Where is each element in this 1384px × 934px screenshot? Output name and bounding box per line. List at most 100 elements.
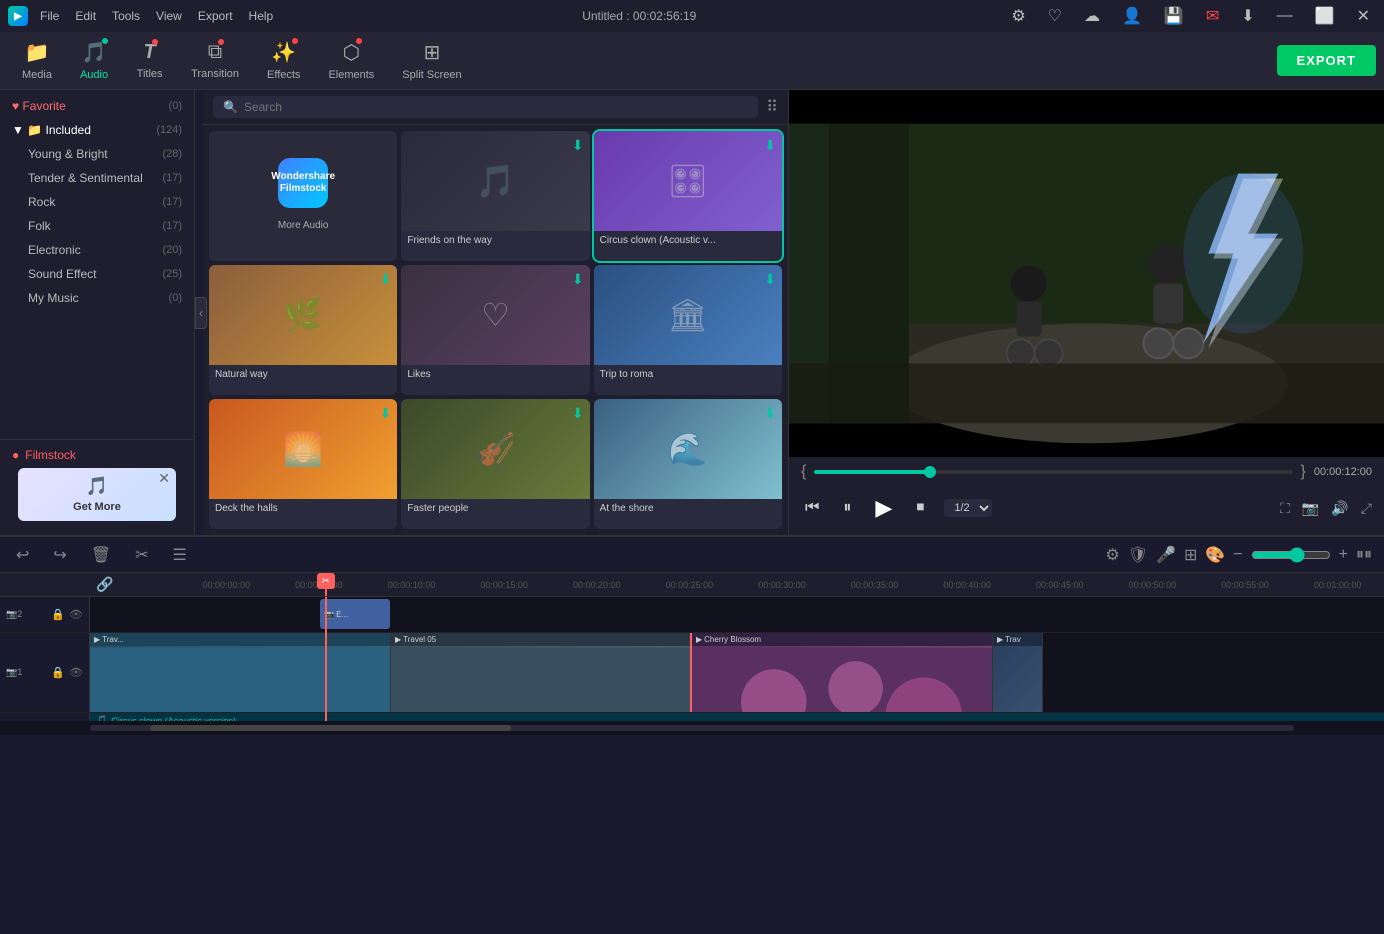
audio-card-more[interactable]: WondershareFilmstock More Audio xyxy=(209,131,397,261)
tool-audio[interactable]: 🎵 Audio xyxy=(66,36,122,85)
audio-card-shore[interactable]: 🌊 ⬇ At the shore xyxy=(594,399,782,529)
panel-electronic[interactable]: Electronic (20) xyxy=(0,238,194,262)
audio-card-friends[interactable]: 🎵 ⬇ Friends on the way xyxy=(401,131,589,261)
eye-v1-icon[interactable]: 👁 xyxy=(69,666,83,679)
menu-edit[interactable]: Edit xyxy=(75,9,96,23)
ruler-55: 00:00:55:00 xyxy=(1199,580,1292,590)
bracket-left: { xyxy=(801,463,806,481)
heart-icon[interactable]: ♡ xyxy=(1042,4,1068,28)
audio-card-likes[interactable]: ♡ ⬇ Likes xyxy=(401,265,589,395)
settings-icon[interactable]: ⚙ xyxy=(1005,4,1031,28)
search-input[interactable] xyxy=(244,100,748,114)
panel-included[interactable]: ▼ 📁 Included (124) xyxy=(0,118,194,142)
audio-card-circus[interactable]: 🎛 ⬇ Circus clown (Acoustic v... xyxy=(594,131,782,261)
clip-travel3[interactable]: ▶Trav xyxy=(993,633,1043,712)
track-v2-content: 📷 E... xyxy=(90,597,1384,632)
redo-button[interactable]: ↪ xyxy=(49,543,70,567)
volume-icon[interactable]: 🔊 xyxy=(1331,500,1348,517)
download-circus-icon[interactable]: ⬇ xyxy=(764,137,776,154)
panel-sound-effect[interactable]: Sound Effect (25) xyxy=(0,262,194,286)
banner-close-icon[interactable]: ✕ xyxy=(158,470,170,487)
close-button[interactable]: ✕ xyxy=(1351,4,1376,28)
pause-all-icon[interactable]: ⏸⏸ xyxy=(1356,546,1372,564)
lock-v2-icon[interactable]: 🔒 xyxy=(51,608,65,621)
download-deck-icon[interactable]: ⬇ xyxy=(380,405,392,422)
panel-folk[interactable]: Folk (17) xyxy=(0,214,194,238)
minus-icon[interactable]: − xyxy=(1233,546,1242,564)
minimize-button[interactable]: — xyxy=(1271,5,1299,27)
page-select[interactable]: 1/2 xyxy=(944,499,992,517)
zoom-slider[interactable] xyxy=(1251,547,1331,563)
more-audio-label: More Audio xyxy=(272,216,335,235)
plus-icon[interactable]: + xyxy=(1339,546,1348,564)
tool-split-screen[interactable]: ⊞ Split Screen xyxy=(388,36,475,85)
mail-icon[interactable]: ✉ xyxy=(1200,4,1225,28)
filmstock-label[interactable]: ● Filmstock xyxy=(12,448,182,462)
snap-icon[interactable]: ⚙ xyxy=(1105,545,1119,565)
faster-thumb: 🎻 ⬇ xyxy=(401,399,589,499)
audio-card-deck[interactable]: 🌅 ⬇ Deck the halls xyxy=(209,399,397,529)
download-faster-icon[interactable]: ⬇ xyxy=(572,405,584,422)
grid-options-icon[interactable]: ⠿ xyxy=(766,97,778,117)
play-button[interactable]: ▶ xyxy=(871,491,896,525)
audio-card-faster[interactable]: 🎻 ⬇ Faster people xyxy=(401,399,589,529)
layers-icon[interactable]: ⊞ xyxy=(1184,545,1197,565)
menu-tools[interactable]: Tools xyxy=(112,9,140,23)
search-box[interactable]: 🔍 xyxy=(213,96,758,118)
skip-back-button[interactable]: ⏮ xyxy=(801,495,823,521)
clip-cherry[interactable]: ▶Cherry Blossom xyxy=(692,633,993,712)
panel-favorite[interactable]: ♥ Favorite (0) xyxy=(0,94,194,118)
menu-view[interactable]: View xyxy=(156,9,182,23)
frame-back-button[interactable]: ⏸ xyxy=(839,495,855,521)
playhead-head: ✂ xyxy=(317,573,335,589)
export-button[interactable]: EXPORT xyxy=(1277,45,1376,76)
cut-button[interactable]: ✂ xyxy=(131,543,152,567)
snapshot-icon[interactable]: 📷 xyxy=(1302,500,1319,517)
undo-button[interactable]: ↩ xyxy=(12,543,33,567)
preview-frame xyxy=(789,90,1384,457)
delete-button[interactable]: 🗑 xyxy=(87,543,115,567)
download-icon[interactable]: ⬇ xyxy=(1235,4,1260,28)
audio-track[interactable]: 🎵 Circus clown (Acoustic version) xyxy=(90,713,1384,721)
color-icon[interactable]: 🎨 xyxy=(1205,545,1225,565)
progress-track[interactable] xyxy=(814,470,1292,474)
lock-v1-icon[interactable]: 🔒 xyxy=(51,666,65,679)
shield-icon[interactable]: 🛡 xyxy=(1128,545,1148,565)
menu-export[interactable]: Export xyxy=(198,9,233,23)
v2-clip[interactable]: 📷 E... xyxy=(320,599,390,629)
expand-icon[interactable]: ⤢ xyxy=(1361,500,1372,517)
save-icon[interactable]: 💾 xyxy=(1158,4,1190,28)
cloud-icon[interactable]: ☁ xyxy=(1078,4,1106,28)
audio-card-natural[interactable]: 🌿 ⬇ Natural way xyxy=(209,265,397,395)
menu-help[interactable]: Help xyxy=(249,9,274,23)
download-shore-icon[interactable]: ⬇ xyxy=(764,405,776,422)
panel-tender[interactable]: Tender & Sentimental (17) xyxy=(0,166,194,190)
link-track-icon[interactable]: 🔗 xyxy=(96,576,113,593)
adjust-button[interactable]: ☰ xyxy=(169,543,191,567)
get-more-banner[interactable]: ✕ 🎵 Get More xyxy=(18,468,176,521)
tool-elements[interactable]: ⬡ Elements xyxy=(314,36,388,85)
collapse-panel-button[interactable]: ‹ xyxy=(195,297,207,329)
menu-file[interactable]: File xyxy=(40,9,59,23)
tool-titles[interactable]: T Titles xyxy=(122,37,177,84)
clip-travel2[interactable]: ▶Travel 05 xyxy=(391,633,692,712)
download-likes-icon[interactable]: ⬇ xyxy=(572,271,584,288)
mic-icon[interactable]: 🎤 xyxy=(1156,545,1176,565)
titlebar: ▶ File Edit Tools View Export Help Untit… xyxy=(0,0,1384,32)
eye-v2-icon[interactable]: 👁 xyxy=(69,608,83,621)
panel-young-bright[interactable]: Young & Bright (28) xyxy=(0,142,194,166)
tool-transition[interactable]: ⧉ Transition xyxy=(177,37,253,84)
download-natural-icon[interactable]: ⬇ xyxy=(380,271,392,288)
user-icon[interactable]: 👤 xyxy=(1116,4,1148,28)
panel-my-music[interactable]: My Music (0) xyxy=(0,286,194,310)
download-trip-icon[interactable]: ⬇ xyxy=(764,271,776,288)
download-friends-icon[interactable]: ⬇ xyxy=(572,137,584,154)
panel-rock[interactable]: Rock (17) xyxy=(0,190,194,214)
tool-effects[interactable]: ✨ Effects xyxy=(253,36,314,85)
tool-media[interactable]: 📁 Media xyxy=(8,36,66,85)
audio-card-trip[interactable]: 🏛 ⬇ Trip to roma xyxy=(594,265,782,395)
clip-travel1[interactable]: ▶Trav... xyxy=(90,633,391,712)
stop-button[interactable]: ⏹ xyxy=(912,495,928,521)
fullscreen-icon[interactable]: ⛶ xyxy=(1280,500,1290,517)
maximize-button[interactable]: ⬜ xyxy=(1309,4,1341,28)
